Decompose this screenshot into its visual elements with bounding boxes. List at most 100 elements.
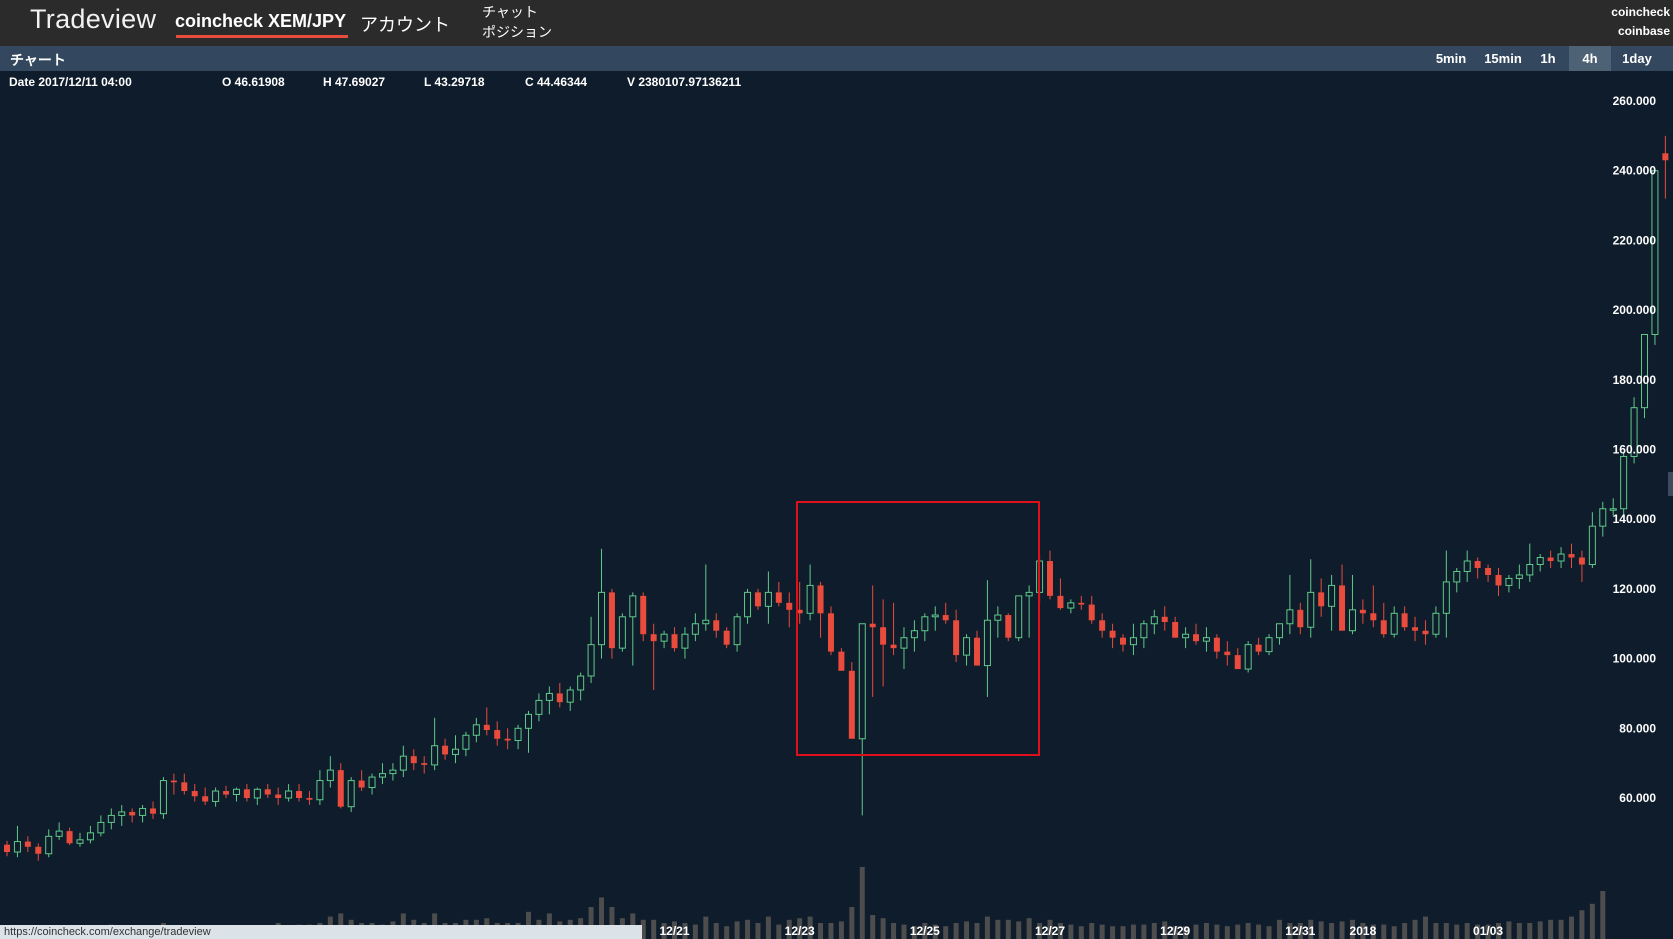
account-menu[interactable]: アカウント [360, 11, 450, 37]
candle-body-up [368, 776, 376, 789]
candle-body-up [566, 689, 574, 703]
volume-bar [1433, 923, 1439, 939]
candle-body-up [45, 835, 53, 855]
volume-bar [692, 924, 698, 939]
candle-body-down [150, 808, 157, 814]
candle-body-up [733, 616, 741, 646]
brand-logo[interactable]: Tradeview [30, 4, 156, 35]
candle-body-down [838, 651, 845, 671]
candle-body-down [442, 745, 449, 755]
candle-body-down [1474, 561, 1481, 568]
candle-body-up [472, 724, 480, 736]
candle-body-down [650, 634, 657, 642]
price-tick-label: 240.000 [1613, 164, 1657, 178]
candle-body-down [1485, 567, 1492, 575]
volume-bar [734, 921, 740, 939]
candle-body-down [1401, 613, 1408, 628]
volume-bar [964, 921, 970, 939]
volume-bar [891, 923, 897, 939]
candle-body-down [275, 794, 282, 798]
timeframe-1h-button[interactable]: 1h [1531, 46, 1565, 71]
timeframe-5min-button[interactable]: 5min [1427, 46, 1475, 71]
candle-body-up [660, 633, 668, 642]
candle-body-down [35, 846, 42, 854]
candle-body-down [504, 738, 511, 741]
candle-body-up [691, 623, 699, 635]
candle-body-down [1495, 574, 1502, 586]
ohlc-close: C 44.46344 [525, 75, 588, 89]
market-selector[interactable]: coincheck XEM/JPY [175, 11, 346, 32]
candle-body-down [66, 831, 73, 844]
candle-body-down [1359, 609, 1366, 614]
candle-body-up [764, 591, 772, 607]
price-tick-label: 120.000 [1613, 582, 1657, 596]
candle-body-down [1109, 630, 1116, 638]
candle-body-down [181, 782, 188, 792]
candle-body-up [1463, 560, 1471, 572]
volume-bar [1537, 921, 1543, 939]
timeframe-4h-button[interactable]: 4h [1569, 46, 1611, 71]
candle-body-down [1318, 592, 1325, 607]
candle-body-down [827, 613, 834, 652]
volume-bar [1589, 903, 1595, 939]
timeframe-1day-button[interactable]: 1day [1613, 46, 1661, 71]
candle-body-up [577, 675, 585, 691]
volume-bar [776, 924, 782, 939]
candle-body-down [1662, 153, 1669, 161]
volume-bar [1266, 926, 1272, 939]
candle-body-down [786, 602, 793, 610]
candle-body-down [1057, 595, 1064, 609]
chart-toolbar: チャート 5min 15min 1h 4h 1day [0, 46, 1673, 71]
chart-panel-title: チャート [10, 52, 66, 68]
candle-body-up [462, 734, 470, 750]
volume-bar [1464, 923, 1470, 939]
time-tick-label: 12/27 [1035, 924, 1065, 938]
candle-body-down [4, 844, 10, 853]
volume-bar [745, 919, 751, 939]
volume-bar [880, 918, 886, 939]
candle-body-up [86, 832, 94, 841]
candlestick-chart[interactable]: 60.000 80.000 100.000 120.000 140.000 160.000… [0, 92, 1673, 939]
exchange-link-coinbase[interactable]: coinbase [1618, 24, 1670, 38]
timeframe-15min-button[interactable]: 15min [1477, 46, 1529, 71]
candle-body-up [1609, 508, 1617, 511]
volume-bar [1110, 926, 1116, 939]
volume-bar [818, 923, 824, 939]
candle-body-up [629, 595, 637, 618]
candle-body-up [1588, 525, 1596, 566]
candle-body-up [1202, 637, 1210, 642]
candle-body-up [118, 811, 126, 816]
volume-bar [1381, 924, 1387, 939]
candle-body-up [618, 616, 626, 649]
time-tick-label: 12/25 [910, 924, 940, 938]
chat-link[interactable]: チャット [482, 2, 538, 22]
candle-body-up [1515, 574, 1523, 579]
candle-body-down [191, 791, 198, 797]
candle-body-up [681, 633, 689, 649]
price-axis-scroll-handle[interactable] [1668, 472, 1673, 496]
candle-body-down [880, 627, 887, 645]
price-tick-label: 80.000 [1619, 721, 1656, 735]
volume-bar [1548, 919, 1554, 939]
candle-body-up [1129, 637, 1137, 646]
volume-bar [1089, 923, 1095, 939]
time-tick-label: 12/31 [1285, 924, 1315, 938]
candle-body-up [921, 616, 929, 632]
candle-body-up [378, 773, 386, 778]
candle-body-up [702, 619, 710, 625]
price-tick-label: 220.000 [1613, 233, 1657, 247]
candle-body-down [713, 620, 720, 631]
volume-bar [765, 916, 771, 939]
volume-bar [1569, 916, 1574, 939]
candle-body-up [525, 713, 532, 729]
volume-bar [1443, 923, 1449, 939]
candle-body-down [1120, 637, 1127, 645]
candle-body-down [1172, 622, 1179, 638]
positions-link[interactable]: ポジション [482, 22, 552, 42]
candle-body-down [1234, 655, 1241, 670]
volume-bar [995, 919, 1001, 939]
volume-bar [838, 921, 844, 939]
volume-bar [1078, 926, 1084, 939]
candle-body-down [817, 585, 824, 614]
exchange-link-coincheck[interactable]: coincheck [1611, 5, 1670, 19]
